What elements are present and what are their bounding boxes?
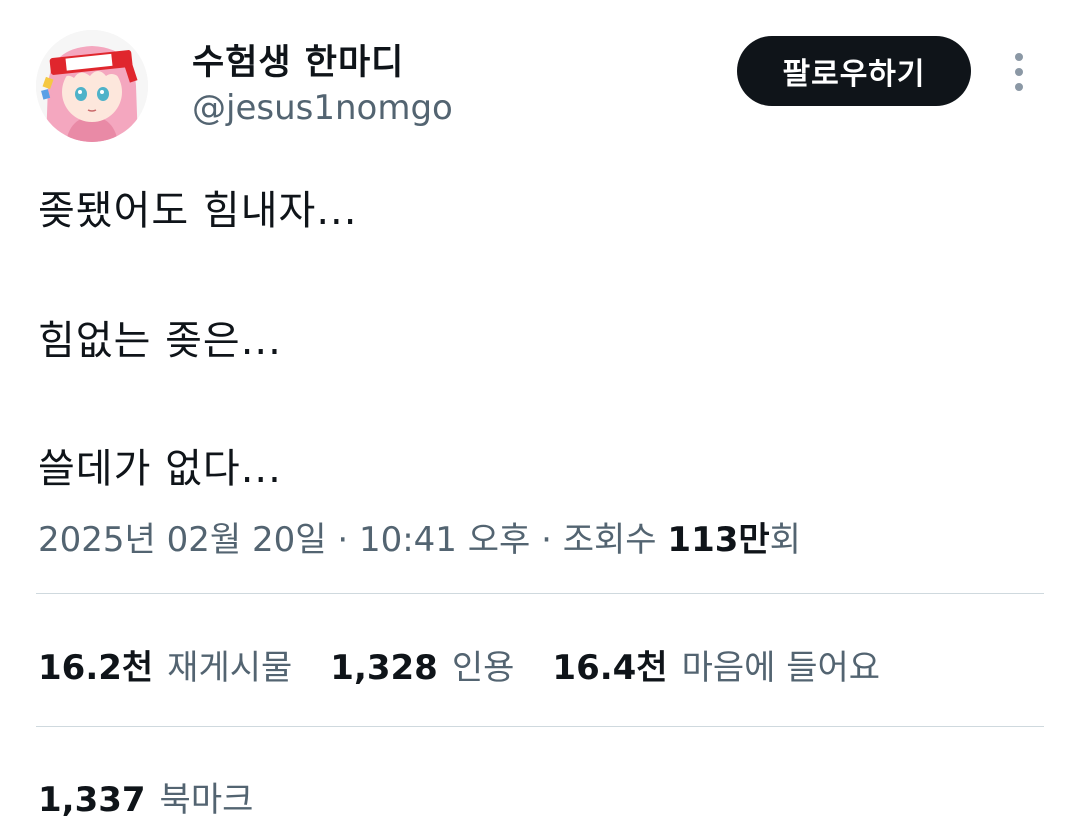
tweet-metadata: 2025년 02월 20일 · 10:41 오후 · 조회수 113만회 [38,512,801,561]
avatar-image [36,30,148,142]
views-count: 113만 [667,520,770,560]
divider [36,726,1044,727]
views-suffix: 회 [769,520,801,560]
tweet-text-line: 힘없는 좆은... [38,318,282,364]
reposts-label: 재게시물 [167,648,293,688]
engagement-stats: 16.2천 재게시물 1,328 인용 16.4천 마음에 들어요 [38,640,918,689]
meta-separator: · [530,520,563,560]
quotes-count: 1,328 [330,648,438,688]
more-vertical-icon-dot [1015,83,1023,91]
bookmarks-label: 북마크 [159,780,254,820]
views-prefix: 조회수 [562,520,668,560]
likes-count: 16.4천 [552,648,668,688]
user-handle[interactable]: @jesus1nomgo [192,88,453,128]
divider [36,593,1044,594]
quotes-stat[interactable]: 1,328 인용 [330,640,514,689]
reposts-count: 16.2천 [38,648,154,688]
tweet-text-line: 쓸데가 없다... [38,446,282,492]
reposts-stat[interactable]: 16.2천 재게시물 [38,640,292,689]
bookmarks-stat[interactable]: 1,337 북마크 [38,772,253,821]
follow-button[interactable]: 팔로우하기 [737,36,971,106]
more-options-button[interactable] [1001,48,1037,96]
tweet-text-line: 좆됐어도 힘내자... [38,188,358,234]
bookmarks-count: 1,337 [38,780,146,820]
more-vertical-icon [1015,53,1023,61]
likes-label: 마음에 들어요 [681,648,881,688]
profile-avatar[interactable] [36,30,148,142]
tweet-time[interactable]: 10:41 오후 [359,520,530,560]
more-vertical-icon-dot [1015,68,1023,76]
likes-stat[interactable]: 16.4천 마음에 들어요 [552,640,880,689]
display-name[interactable]: 수험생 한마디 [192,34,404,85]
tweet-date[interactable]: 2025년 02월 20일 [38,520,327,560]
meta-separator: · [326,520,359,560]
quotes-label: 인용 [451,648,515,688]
